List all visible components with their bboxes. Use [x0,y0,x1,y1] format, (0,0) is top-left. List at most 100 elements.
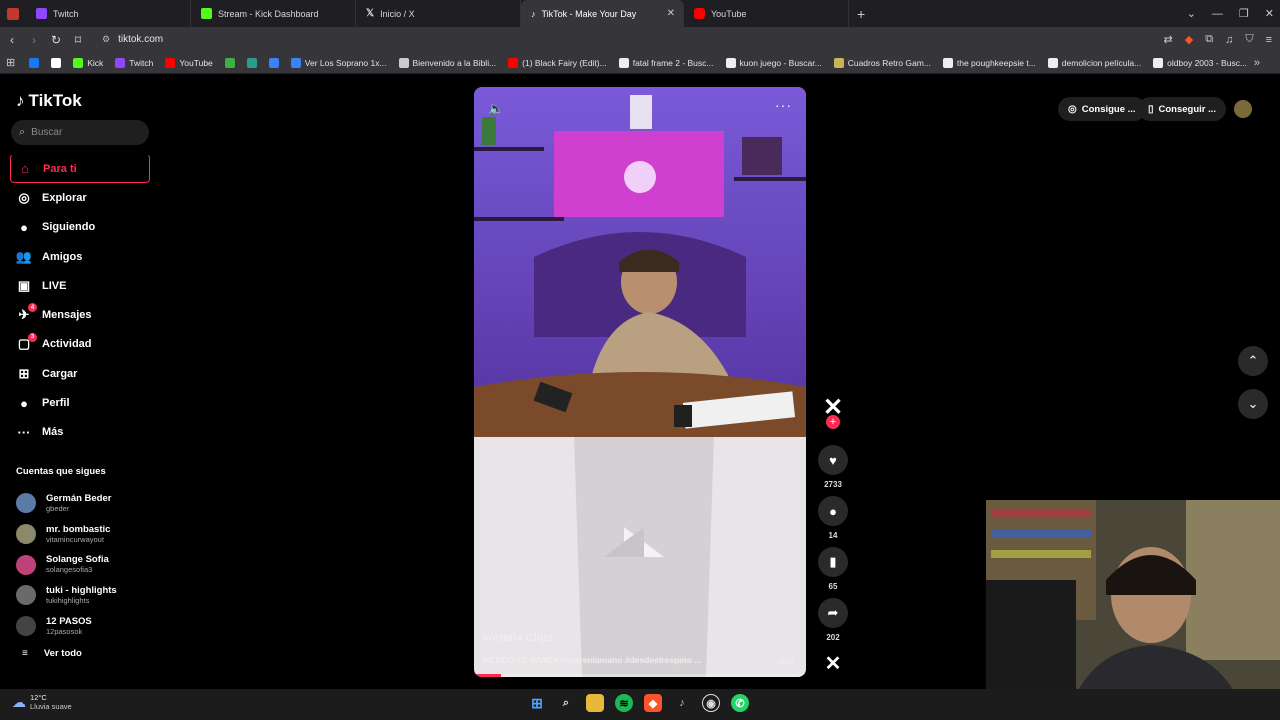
translate-icon[interactable]: ⇄ [1164,33,1173,46]
chevron-up-icon: ⌃ [1247,353,1259,368]
see-all-label: Ver todo [43,648,82,659]
progress-fill [474,674,501,677]
bookmark-item[interactable]: kuon juego - Buscar... [720,57,828,68]
bookmark-item[interactable]: oldboy 2003 - Busc... [1147,57,1253,68]
forward-icon[interactable]: › [24,33,44,47]
video-progress-bar[interactable] [474,674,806,677]
app-icon[interactable]: ♪ [673,694,691,712]
bookmark-item[interactable] [219,57,241,68]
minimize-icon[interactable]: — [1212,8,1223,20]
get-coins-button[interactable]: ◎ Consigue ... [1058,97,1146,121]
browser-menu-icon[interactable] [0,0,26,27]
search-input[interactable]: ⌕ Buscar [11,120,149,145]
save-button[interactable]: ▮ [818,547,848,577]
reload-icon[interactable]: ↻ [46,33,66,47]
bookmark-item[interactable] [45,57,67,68]
bookmark-favicon-icon [224,57,235,68]
like-button[interactable]: ♥ [818,445,848,475]
bookmark-icon[interactable]: ⌑ [68,33,88,47]
bookmark-item[interactable]: fatal frame 2 - Busc... [613,57,720,68]
bookmark-item[interactable]: the poughkeepsie t... [937,57,1042,68]
video-player[interactable]: 🔈 ··· Vorterix Clips METIDO EL PANZAS#pa… [474,87,806,677]
bookmark-item[interactable]: demolicion película... [1042,57,1147,68]
obs-icon[interactable]: ◉ [702,694,720,712]
tab-twitch[interactable]: Twitch [26,0,191,27]
following-account[interactable]: tuki - highlights tukihighlights [16,580,156,611]
windows-start-icon[interactable]: ⊞ [528,694,546,712]
bookmark-favicon-icon [290,57,301,68]
spotify-icon[interactable]: ≋ [615,694,633,712]
bookmark-favicon-icon [1153,57,1164,68]
comment-button[interactable]: ● [818,496,848,526]
follow-plus-icon[interactable]: + [826,415,840,429]
more-bookmarks-icon[interactable]: » [1254,57,1260,69]
extensions-icon[interactable]: ⧉ [1205,33,1213,46]
sidebar-item-explorar[interactable]: ◎ Explorar [10,183,150,212]
weather-widget[interactable]: ☁ 12°C Lluvia suave [12,693,72,711]
bookmark-item[interactable] [263,57,285,68]
sidebar-item-cargar[interactable]: ⊞ Cargar [10,359,150,388]
apps-icon[interactable]: ⊞ [6,56,15,69]
notification-badge: 4 [28,303,37,313]
whatsapp-icon[interactable]: ✆ [731,694,749,712]
sidebar-item-label: Amigos [42,250,83,263]
account-username: solangesofia3 [46,565,93,575]
volume-icon[interactable]: 🔈 [488,101,504,117]
sidebar-item-siguiendo[interactable]: ● Siguiendo [10,213,150,242]
sound-icon[interactable]: ✕ [819,649,847,677]
tab-kick[interactable]: Stream - Kick Dashboard [191,0,356,27]
tiktok-logo[interactable]: ♪ TikTok [16,91,82,111]
bookmark-item[interactable]: Bienvenido a la Bibli... [393,57,503,68]
more-options-icon[interactable]: ··· [775,97,792,113]
following-account[interactable]: mr. bombastic vitamincurwayout [16,519,156,550]
following-account[interactable]: Germán Beder gbeder [16,488,156,519]
bookmark-item[interactable]: Kick [67,57,109,68]
get-app-button[interactable]: ▯ Conseguir ... [1138,97,1227,121]
brave-shield-icon[interactable]: ◆ [1185,33,1193,46]
site-info-icon[interactable]: ⚙ [102,34,110,45]
following-account[interactable]: Solange Sofia solangesofia3 [16,549,156,580]
previous-video-button[interactable]: ⌃ [1238,346,1268,376]
bookmark-item[interactable]: (1) Black Fairy (Edit)... [502,57,613,68]
tab-x[interactable]: 𝕏 Inicio / X [356,0,521,27]
caption-more-link[interactable]: más [777,656,794,666]
sidebar-item-perfil[interactable]: ● Perfil [10,388,150,417]
menu-icon[interactable]: ≡ [1266,34,1272,46]
bookmark-item[interactable]: Cuadros Retro Gam... [828,57,937,68]
url-field[interactable]: ⚙ tiktok.com [102,34,163,45]
share-button[interactable]: ➦ [818,598,848,628]
tab-search-icon[interactable]: ⌄ [1187,7,1196,20]
kick-icon [201,8,212,19]
see-all-button[interactable]: ≡ Ver todo [22,648,82,659]
tab-tiktok[interactable]: ♪ TikTok - Make Your Day ✕ [521,0,684,27]
next-video-button[interactable]: ⌄ [1238,389,1268,419]
sidebar-item-amigos[interactable]: 👥 Amigos [10,242,150,271]
bookmark-item[interactable] [241,57,263,68]
bookmark-item[interactable]: YouTube [159,57,218,68]
tab-youtube[interactable]: YouTube [684,0,849,27]
sidebar-item-más[interactable]: ··· Más [10,418,150,447]
back-icon[interactable]: ‹ [2,33,22,47]
sidebar-item-label: Perfil [42,397,70,410]
music-icon[interactable]: ♫ [1225,34,1233,46]
bookmark-item[interactable] [23,57,45,68]
bookmark-item[interactable]: Ver Los Soprano 1x... [285,57,393,68]
restore-icon[interactable]: ❐ [1239,7,1249,20]
close-window-icon[interactable]: ✕ [1265,7,1274,20]
vpn-icon[interactable]: ⛉ [1245,33,1253,46]
following-account[interactable]: 12 PASOS 12pasosok [16,611,156,642]
close-tab-icon[interactable]: ✕ [667,8,675,19]
user-avatar[interactable] [1234,100,1252,118]
sidebar-item-mensajes[interactable]: ✈ 4 Mensajes [10,300,150,329]
brave-icon[interactable]: ◆ [644,694,662,712]
sidebar-item-actividad[interactable]: ▢ 3 Actividad [10,330,150,359]
file-explorer-icon[interactable] [586,694,604,712]
sidebar-item-live[interactable]: ▣ LIVE [10,271,150,300]
account-username: 12pasosok [46,626,83,636]
account-username: gbeder [46,503,70,513]
bookmark-item[interactable]: Twitch [109,57,159,68]
search-icon[interactable]: ⌕ [557,694,575,712]
sidebar-item-para-ti[interactable]: ⌂ Para ti [10,154,150,184]
video-author[interactable]: Vorterix Clips [482,632,553,644]
new-tab-icon[interactable]: + [857,6,865,22]
